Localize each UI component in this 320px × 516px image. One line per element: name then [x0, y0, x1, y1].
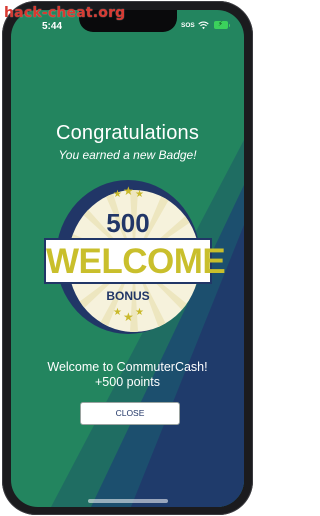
welcome-badge: ★ ★ ★ 500 WELCOME BONUS ★ ★ ★ [44, 176, 226, 340]
star-icon: ★ [135, 307, 144, 318]
close-button[interactable]: CLOSE [80, 402, 180, 425]
star-icon: ★ [113, 189, 122, 200]
phone-frame: 5:44 SOS ⚡ Congratulations You earned a … [2, 1, 253, 515]
points-earned: +500 points [95, 375, 160, 389]
battery-icon: ⚡ [214, 21, 230, 29]
badge-bonus-text: BONUS [106, 289, 150, 303]
badge-amount: 500 [106, 208, 150, 238]
star-icon: ★ [123, 310, 134, 324]
dialog-title: Congratulations [55, 122, 200, 144]
star-icon: ★ [113, 307, 122, 318]
reward-message: Welcome to CommuterCash! +500 points [11, 360, 244, 390]
charging-bolt-icon: ⚡ [218, 21, 223, 28]
welcome-message: Welcome to CommuterCash! [47, 360, 208, 374]
badge-banner: WELCOME [44, 238, 226, 284]
status-time: 5:44 [42, 21, 63, 32]
app-screen: 5:44 SOS ⚡ Congratulations You earned a … [11, 10, 244, 507]
wifi-icon [198, 21, 209, 30]
badge-welcome-text: WELCOME [46, 242, 226, 281]
watermark-text: hack-cheat.org [4, 5, 126, 21]
dialog-subtitle: You earned a new Badge! [58, 148, 197, 162]
status-sos: SOS [181, 22, 195, 29]
home-indicator[interactable] [88, 499, 168, 503]
star-icon: ★ [135, 189, 144, 200]
star-icon: ★ [123, 184, 134, 198]
